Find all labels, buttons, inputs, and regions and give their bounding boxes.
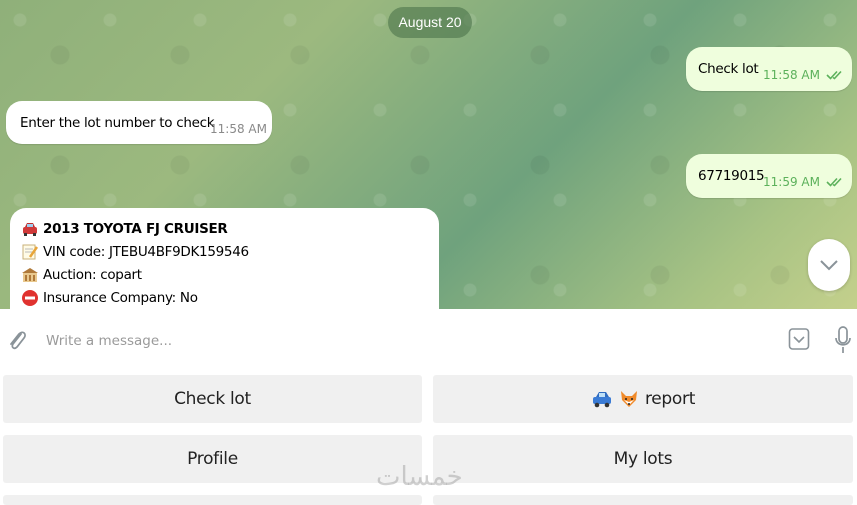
- scroll-to-bottom-button[interactable]: [808, 239, 850, 291]
- keyboard-button-partial[interactable]: [3, 495, 422, 505]
- fox-icon: [619, 389, 639, 409]
- read-check-icon: [826, 70, 842, 80]
- keyboard-button-partial[interactable]: [433, 495, 853, 505]
- keyboard-button-report[interactable]: report: [433, 375, 853, 423]
- bank-icon: [20, 266, 40, 284]
- message-text: Check lot: [698, 61, 759, 77]
- lot-title: 2013 TOYOTA FJ CRUISER: [43, 221, 228, 237]
- bot-keyboard-toggle-icon[interactable]: [788, 327, 810, 351]
- watermark: خمسات: [376, 462, 463, 492]
- date-separator: August 20: [388, 7, 472, 38]
- lot-insurance: Insurance Company: No: [43, 290, 198, 306]
- keyboard-button-label: report: [644, 389, 696, 409]
- lot-insurance-line: Insurance Company: No: [20, 287, 198, 309]
- lot-title-line: 2013 TOYOTA FJ CRUISER: [20, 218, 228, 240]
- car-icon: [20, 220, 40, 238]
- outgoing-message[interactable]: 67719015 11:59 AM: [686, 154, 852, 198]
- car-icon: [591, 390, 613, 408]
- keyboard-button-label: Profile: [187, 449, 238, 469]
- lot-vin-line: VIN code: JTEBU4BF9DK159546: [20, 241, 249, 263]
- lot-auction-line: Auction: copart: [20, 264, 142, 286]
- memo-icon: [20, 243, 40, 261]
- incoming-message[interactable]: Enter the lot number to check 11:58 AM: [6, 101, 272, 144]
- keyboard-button-profile[interactable]: Profile: [3, 435, 422, 483]
- chat-area: August 20 Check lot 11:58 AM Enter the l…: [0, 0, 857, 309]
- attachment-icon[interactable]: [6, 327, 28, 355]
- keyboard-button-my-lots[interactable]: My lots: [433, 435, 853, 483]
- message-time: 11:59 AM: [763, 175, 820, 189]
- keyboard-button-check-lot[interactable]: Check lot: [3, 375, 422, 423]
- message-time: 11:58 AM: [210, 122, 267, 136]
- message-composer: [0, 309, 857, 367]
- microphone-icon[interactable]: [833, 325, 853, 355]
- chevron-down-icon: [820, 260, 838, 271]
- lot-vin: VIN code: JTEBU4BF9DK159546: [43, 244, 249, 260]
- message-text: 67719015: [698, 168, 765, 184]
- message-input[interactable]: [44, 329, 768, 353]
- lot-auction: Auction: copart: [43, 267, 142, 283]
- message-time: 11:58 AM: [763, 68, 820, 82]
- outgoing-message[interactable]: Check lot 11:58 AM: [686, 47, 852, 91]
- message-text: Enter the lot number to check: [20, 115, 215, 131]
- read-check-icon: [826, 177, 842, 187]
- keyboard-button-label: Check lot: [174, 389, 251, 409]
- lot-info-message[interactable]: 2013 TOYOTA FJ CRUISER VIN code: JTEBU4B…: [10, 208, 439, 309]
- keyboard-button-label: My lots: [613, 449, 673, 469]
- no-entry-icon: [20, 289, 40, 307]
